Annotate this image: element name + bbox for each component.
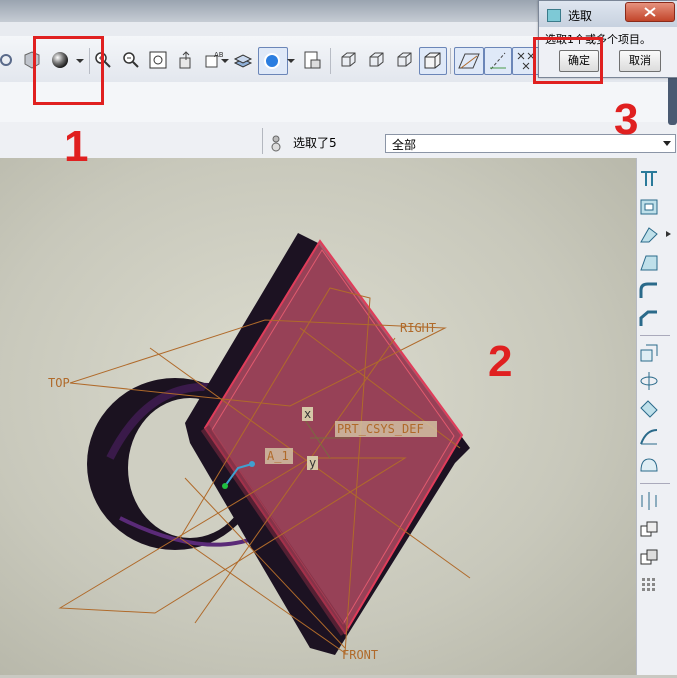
draft-tool-icon[interactable] [638,252,660,274]
no-hidden-icon[interactable] [394,50,414,70]
annotation-box-shading [33,36,104,105]
extrude-tool-icon[interactable] [638,342,660,364]
datum-label-front: FRONT [342,648,378,662]
dialog-close-button[interactable] [625,2,675,22]
status-divider [262,128,263,154]
appearance-dropdown-icon[interactable] [286,50,296,70]
x-axis-label: x [304,407,311,421]
selection-filter-value: 全部 [392,138,417,152]
merge-tool-icon[interactable] [638,518,660,540]
appearance-button[interactable] [258,47,288,75]
pattern-tool-icon[interactable] [638,574,660,596]
dialog-title: 选取 [568,9,593,23]
toolbar-separator [330,48,331,74]
csys-label: PRT_CSYS_DEF [337,422,424,436]
model-setup-icon[interactable] [302,50,322,70]
datum-axis-icon [490,52,506,70]
shell-tool-icon[interactable] [638,196,660,218]
datum-plane-display-button[interactable] [454,47,484,75]
layers-icon[interactable] [233,50,253,70]
boundary-blend-icon[interactable] [638,454,660,476]
revolve-tool-icon[interactable] [638,370,660,392]
sweep-tool-icon[interactable] [638,398,660,420]
annotation-step-2: 2 [488,337,513,386]
toolbar-separator [450,48,451,74]
annotation-box-ok [533,37,603,84]
reorient-icon[interactable] [176,50,196,70]
wireframe-icon[interactable] [338,50,358,70]
rib-dropdown-icon[interactable] [665,228,673,243]
datum-label-top: TOP [48,376,70,390]
appearance-ball-icon [264,53,280,69]
axis-label: A_1 [267,449,289,463]
repaint-icon[interactable] [0,50,20,70]
toolbar-separator [640,335,670,336]
dialog-app-icon [547,9,561,22]
shaded-cube-icon [424,52,441,69]
zoom-out-icon[interactable] [121,50,141,70]
graphics-viewport[interactable]: TOP RIGHT FRONT PRT_CSYS_DEF A_1 x y [0,158,636,675]
annotation-step-1: 1 [64,122,89,171]
selected-count-text: 选取了5 [293,136,337,150]
close-icon [644,7,656,17]
toolbar-separator [640,483,670,484]
datum-plane-icon [458,53,480,69]
datum-axis-display-button[interactable] [484,47,512,75]
blend-tool-icon[interactable] [638,426,660,448]
saved-views-dropdown-icon[interactable] [220,50,230,70]
annotation-step-3: 3 [614,95,639,144]
chamfer-tool-icon[interactable] [638,308,660,330]
shading-mode-button[interactable] [419,47,447,75]
rib-tool-icon[interactable] [638,224,660,246]
refit-icon[interactable] [148,50,168,70]
hidden-line-icon[interactable] [366,50,386,70]
y-axis-label: y [309,456,316,470]
chevron-down-icon [662,137,672,152]
side-scroll-handle[interactable] [668,70,677,125]
hole-tool-icon[interactable] [638,168,660,190]
selection-icon [270,134,282,152]
round-tool-icon[interactable] [638,280,660,302]
datum-label-right: RIGHT [400,321,436,335]
intersect-tool-icon[interactable] [638,546,660,568]
cancel-button[interactable]: 取消 [619,50,661,72]
mirror-tool-icon[interactable] [638,490,660,512]
